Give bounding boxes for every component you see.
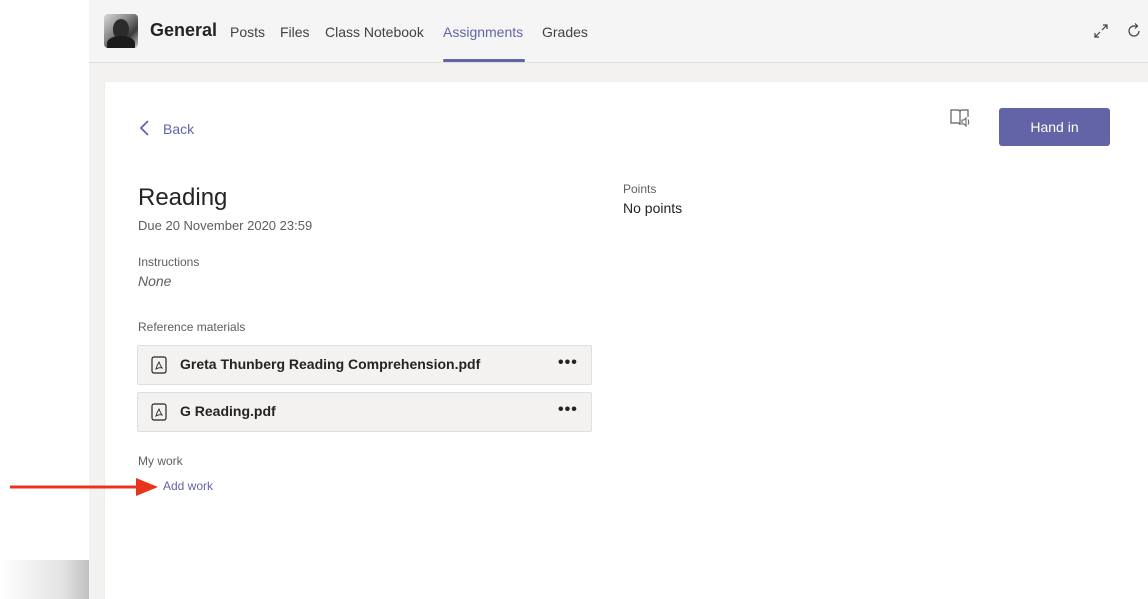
points-label: Points — [623, 182, 657, 196]
instructions-value: None — [138, 273, 172, 289]
active-tab-indicator — [443, 59, 525, 62]
refresh-icon[interactable] — [1125, 22, 1143, 40]
left-gutter — [0, 0, 89, 599]
more-options-button[interactable]: ••• — [558, 401, 578, 419]
team-avatar[interactable] — [104, 14, 138, 48]
my-work-label: My work — [138, 454, 183, 468]
add-work-button[interactable]: Add work — [163, 479, 213, 493]
points-value: No points — [623, 200, 683, 216]
reference-materials-label: Reference materials — [138, 320, 246, 334]
teams-app: General Posts Files Class Notebook Assig… — [89, 0, 1148, 599]
file-name: Greta Thunberg Reading Comprehension.pdf — [180, 356, 481, 372]
reference-file-item[interactable]: G Reading.pdf ••• — [137, 392, 592, 432]
assignment-title: Reading — [138, 184, 228, 211]
reference-file-item[interactable]: Greta Thunberg Reading Comprehension.pdf… — [137, 345, 592, 385]
tab-class-notebook[interactable]: Class Notebook — [325, 24, 424, 40]
red-arrow-annotation — [10, 478, 158, 496]
chevron-left-icon — [140, 120, 149, 136]
pdf-file-icon — [151, 356, 167, 374]
immersive-reader-icon[interactable] — [949, 107, 971, 129]
expand-icon[interactable] — [1092, 22, 1110, 40]
due-date: Due 20 November 2020 23:59 — [138, 218, 313, 233]
assignment-card: Back Hand in Reading Due 20 November 202… — [105, 82, 1148, 599]
tab-files[interactable]: Files — [280, 24, 310, 40]
channel-header: General Posts Files Class Notebook Assig… — [89, 0, 1148, 63]
more-options-button[interactable]: ••• — [558, 354, 578, 372]
tab-posts[interactable]: Posts — [230, 24, 265, 40]
tab-grades[interactable]: Grades — [542, 24, 588, 40]
gutter-shadow — [0, 560, 89, 599]
hand-in-button[interactable]: Hand in — [999, 108, 1110, 146]
instructions-label: Instructions — [138, 255, 200, 269]
pdf-file-icon — [151, 403, 167, 421]
tab-assignments[interactable]: Assignments — [443, 24, 523, 40]
file-name: G Reading.pdf — [180, 403, 276, 419]
avatar-shoulders — [107, 36, 135, 48]
back-label: Back — [163, 121, 195, 137]
channel-name: General — [150, 20, 218, 40]
